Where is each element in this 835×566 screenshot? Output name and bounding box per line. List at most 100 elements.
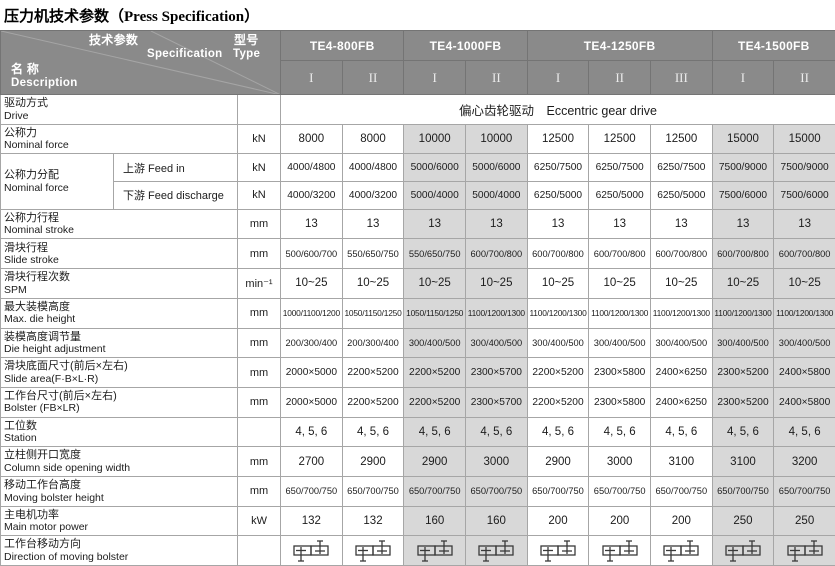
value-cell: 650/700/750 (404, 476, 466, 506)
value-cell: 10~25 (712, 269, 774, 299)
page-title-en: （Press Specification） (109, 9, 259, 25)
spec-table: 技术参数 Specification 名 称 Description 型号 Ty… (0, 30, 835, 566)
value-cell: 250 (774, 506, 835, 536)
model-header-te4-1500fb: TE4-1500FB (712, 31, 835, 61)
value-cell: 10~25 (466, 269, 528, 299)
value-cell: 550/650/750 (404, 239, 466, 269)
value-cell: 650/700/750 (466, 476, 528, 506)
value-cell (281, 536, 343, 566)
value-cell: 8000 (281, 124, 343, 154)
page-title-cn: 压力机技术参数 (4, 8, 109, 25)
value-cell: 15000 (712, 124, 774, 154)
row-label-cn: 主电机功率 (4, 509, 234, 522)
value-cell: 2300×5200 (712, 358, 774, 388)
row-label: 滑块行程次数SPM (1, 269, 238, 299)
value-cell: 4, 5, 6 (774, 417, 835, 447)
row-label-en: Direction of moving bolster (4, 551, 234, 563)
value-cell: 8000 (342, 124, 404, 154)
value-cell: 3200 (774, 447, 835, 477)
row-label: 公称力Nominal force (1, 124, 238, 154)
value-cell: 200 (589, 506, 651, 536)
value-cell: 7500/6000 (712, 182, 774, 210)
value-cell: 4000/4800 (342, 154, 404, 182)
row-label: 主电机功率Main motor power (1, 506, 238, 536)
value-cell: 650/700/750 (589, 476, 651, 506)
model-header-te4-800fb: TE4-800FB (281, 31, 404, 61)
row-label-cn: 驱动方式 (4, 97, 234, 110)
value-cell: 10~25 (404, 269, 466, 299)
value-cell: 2300×5800 (589, 387, 651, 417)
value-cell: 160 (404, 506, 466, 536)
header-name-cn: 名 称 (11, 63, 39, 76)
value-cell: 650/700/750 (650, 476, 712, 506)
value-cell: 600/700/800 (527, 239, 589, 269)
value-cell: 12500 (650, 124, 712, 154)
row-label: 工位数Station (1, 417, 238, 447)
header-name-en: Description (11, 77, 78, 90)
header-row-models: 技术参数 Specification 名 称 Description 型号 Ty… (1, 31, 835, 61)
value-cell: 2300×5200 (712, 387, 774, 417)
value-cell: 1100/1200/1300 (712, 298, 774, 328)
value-cell: 4, 5, 6 (342, 417, 404, 447)
spec-table-header: 技术参数 Specification 名 称 Description 型号 Ty… (1, 31, 835, 95)
value-cell: 4000/3200 (281, 182, 343, 210)
value-cell: 650/700/750 (712, 476, 774, 506)
value-cell: 160 (466, 506, 528, 536)
row-label: 公称力分配Nominal force (1, 154, 114, 209)
value-cell: 2300×5800 (589, 358, 651, 388)
row-label-cn: 工位数 (4, 420, 234, 433)
value-cell: 10~25 (589, 269, 651, 299)
value-cell: 650/700/750 (342, 476, 404, 506)
value-cell: 300/400/500 (466, 328, 528, 358)
spec-row-direction: 工作台移动方向Direction of moving bolster (1, 536, 835, 566)
value-cell: 2900 (527, 447, 589, 477)
value-cell: 13 (589, 209, 651, 239)
row-label-en: Bolster (FB×LR) (4, 402, 234, 414)
spec-row-station: 工位数Station4, 5, 64, 5, 64, 5, 64, 5, 64,… (1, 417, 835, 447)
variant-header: I (404, 61, 466, 95)
unit-cell: kW (238, 506, 281, 536)
moving-bolster-direction-icon (589, 539, 650, 563)
value-cell: 2400×5800 (774, 387, 835, 417)
value-cell: 600/700/800 (650, 239, 712, 269)
row-label-en: Nominal stroke (4, 224, 234, 236)
row-label-cn: 移动工作台高度 (4, 479, 234, 492)
value-cell: 5000/6000 (404, 154, 466, 182)
row-label: 立柱侧开口宽度Column side opening width (1, 447, 238, 477)
value-cell (712, 536, 774, 566)
value-cell: 10~25 (342, 269, 404, 299)
spec-row-nominal-stroke: 公称力行程Nominal strokemm131313131313131313 (1, 209, 835, 239)
row-label-en: Main motor power (4, 521, 234, 533)
value-cell: 2300×5700 (466, 387, 528, 417)
row-label-en: Nominal force (4, 139, 234, 151)
row-label: 滑块底面尺寸(前后×左右)Slide area(F·B×L·R) (1, 358, 238, 388)
row-label: 工作台移动方向Direction of moving bolster (1, 536, 238, 566)
unit-cell: kN (238, 182, 281, 210)
unit-cell: kN (238, 154, 281, 182)
row-label-cn: 立柱侧开口宽度 (4, 449, 234, 462)
value-cell: 6250/7500 (589, 154, 651, 182)
model-header-te4-1250fb: TE4-1250FB (527, 31, 712, 61)
moving-bolster-direction-icon (281, 539, 342, 563)
value-cell: 6250/5000 (650, 182, 712, 210)
value-cell: 3000 (589, 447, 651, 477)
value-cell: 300/400/500 (712, 328, 774, 358)
value-cell: 13 (650, 209, 712, 239)
row-label-cn: 滑块底面尺寸(前后×左右) (4, 360, 234, 373)
unit-cell: mm (238, 358, 281, 388)
value-cell: 13 (774, 209, 835, 239)
value-cell: 12500 (589, 124, 651, 154)
page: { "page_title": { "cn": "压力机技术参数", "en":… (0, 5, 835, 527)
value-cell: 132 (281, 506, 343, 536)
value-cell: 5000/4000 (404, 182, 466, 210)
value-cell: 600/700/800 (589, 239, 651, 269)
variant-header: II (466, 61, 528, 95)
value-cell: 4, 5, 6 (527, 417, 589, 447)
value-cell: 4000/4800 (281, 154, 343, 182)
unit-cell: min⁻¹ (238, 269, 281, 299)
moving-bolster-direction-icon (466, 539, 527, 563)
value-cell: 1050/1150/1250 (342, 298, 404, 328)
value-cell: 4, 5, 6 (466, 417, 528, 447)
value-cell: 2300×5700 (466, 358, 528, 388)
row-label-en: Nominal force (4, 182, 110, 194)
